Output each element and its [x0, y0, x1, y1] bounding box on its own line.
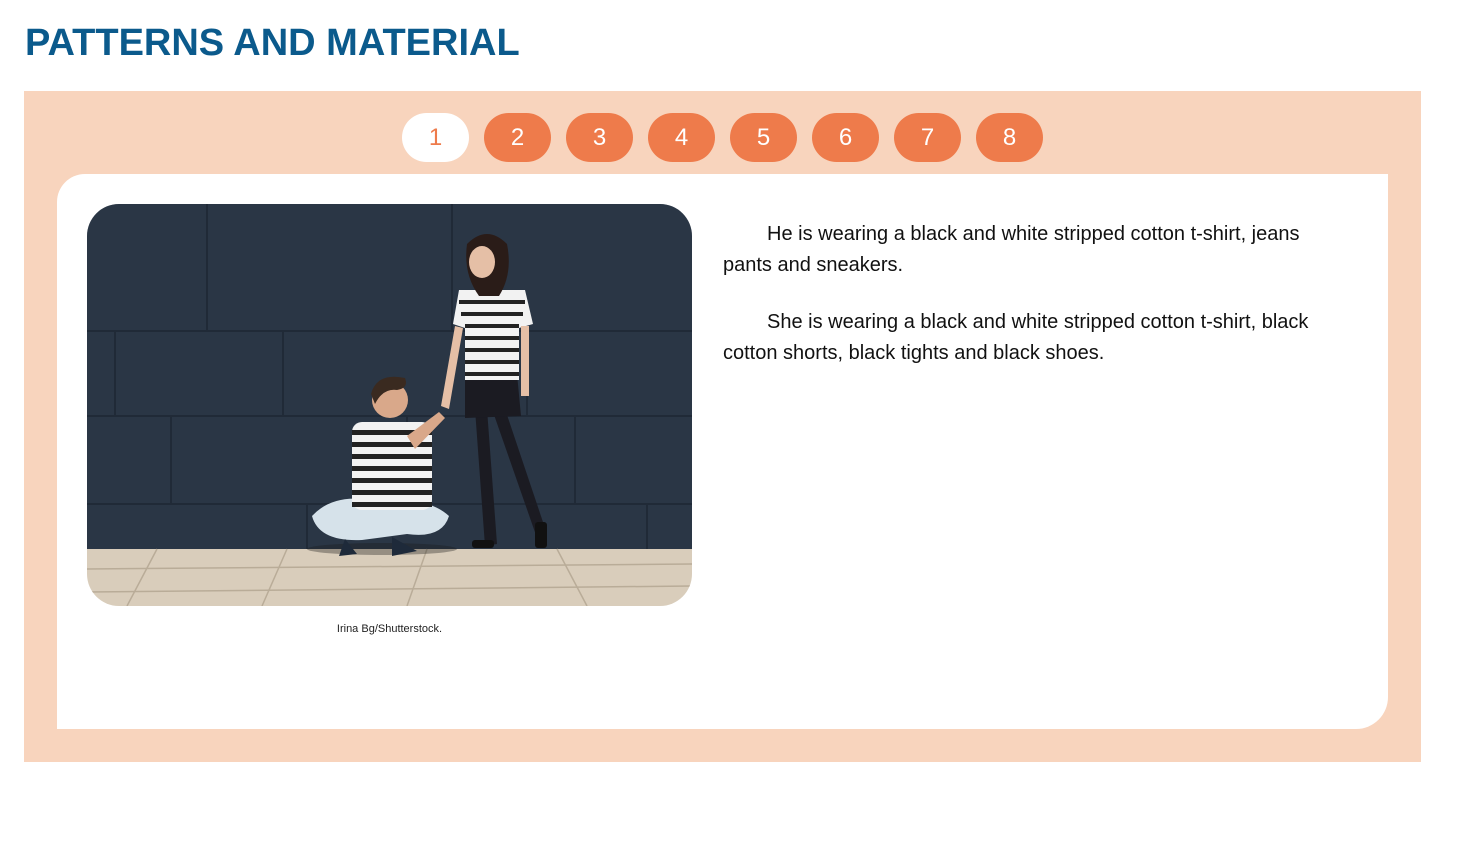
slide-photo [87, 204, 692, 606]
page-title: PATTERNS AND MATERIAL [25, 22, 520, 64]
tab-1[interactable]: 1 [402, 113, 469, 162]
photo-credit: Irina Bg/Shutterstock. [336, 623, 443, 635]
slide-text: He is wearing a black and white stripped… [723, 219, 1343, 395]
tab-6[interactable]: 6 [812, 113, 879, 162]
slide-content: Irina Bg/Shutterstock. He is wearing a b… [57, 174, 1388, 729]
paragraph: He is wearing a black and white stripped… [723, 223, 1300, 276]
couple-photo [87, 204, 692, 606]
slide-tabs: 1 2 3 4 5 6 7 8 [402, 113, 1043, 162]
tab-3[interactable]: 3 [566, 113, 633, 162]
tab-7[interactable]: 7 [894, 113, 961, 162]
tab-2[interactable]: 2 [484, 113, 551, 162]
tab-4[interactable]: 4 [648, 113, 715, 162]
tab-5[interactable]: 5 [730, 113, 797, 162]
slideshow-panel: 1 2 3 4 5 6 7 8 Irina Bg/Shutterstock. H… [24, 91, 1421, 762]
paragraph: She is wearing a black and white strippe… [723, 311, 1309, 364]
tab-8[interactable]: 8 [976, 113, 1043, 162]
